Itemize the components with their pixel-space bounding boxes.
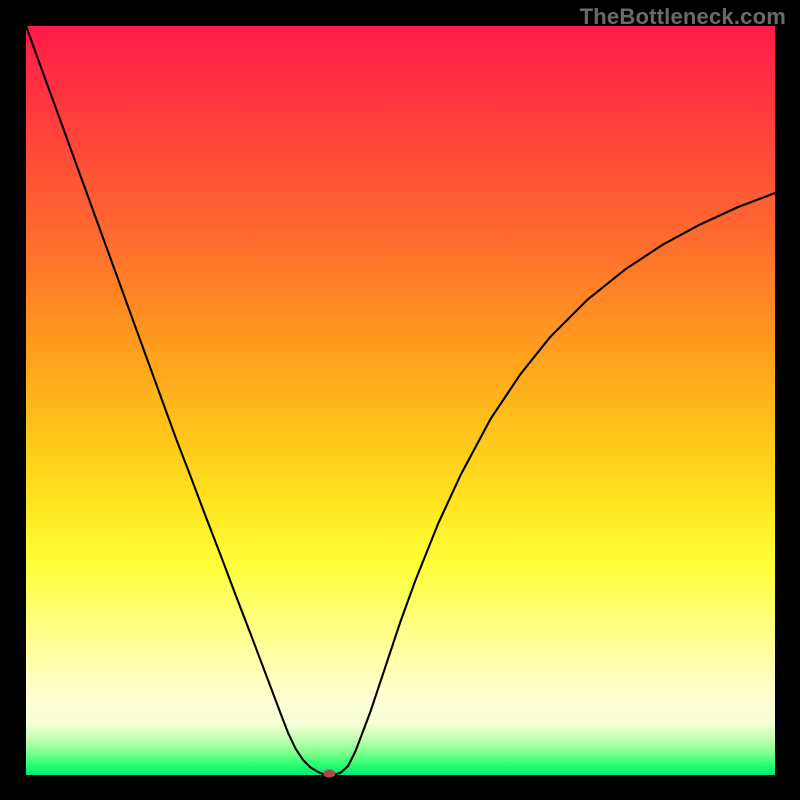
chart-stage: TheBottleneck.com (0, 0, 800, 800)
bottleneck-curve-svg (26, 26, 775, 775)
bottleneck-curve (26, 26, 775, 775)
plot-area (26, 26, 775, 775)
optimal-point-marker (323, 769, 335, 777)
